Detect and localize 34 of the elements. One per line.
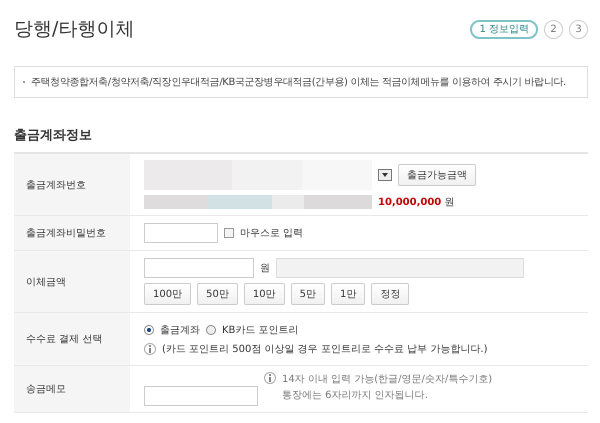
info-icon bbox=[144, 342, 156, 354]
row-label: 출금계좌번호 bbox=[14, 154, 130, 215]
row-label: 송금메모 bbox=[14, 366, 130, 412]
amount-button[interactable]: 100만 bbox=[144, 283, 192, 305]
radio-button[interactable] bbox=[144, 324, 154, 334]
amount-button[interactable]: 정정 bbox=[371, 283, 410, 305]
checkbox[interactable] bbox=[224, 228, 234, 238]
section-title: 출금계좌정보 bbox=[14, 127, 93, 144]
info-text: (카드 포인트리 500점 이상일 경우 포인트리로 수수료 납부 가능합니다.) bbox=[162, 342, 488, 356]
radio-button[interactable] bbox=[206, 324, 216, 334]
available-balance-button[interactable]: 출금가능금액 bbox=[398, 164, 476, 186]
step-indicator: 2 bbox=[544, 20, 563, 38]
radio-label: 출금계좌 bbox=[160, 324, 200, 336]
step-indicator: 1 정보입력 bbox=[470, 20, 538, 38]
amount-button[interactable]: 5만 bbox=[290, 283, 325, 305]
info-text: 14자 이내 입력 가능(한글/영문/숫자/특수기호) bbox=[282, 373, 492, 386]
memo-field[interactable] bbox=[144, 386, 258, 406]
notice-text: 주택청약종합저축/청약저축/직장인우대적금/KB국군장병우대적금(간부용) 이체는 적금이체메뉴를 이용하여 주시기 바랍니다. bbox=[31, 76, 566, 89]
balance-text: 10,000,000 원 bbox=[378, 196, 454, 209]
step-indicator: 3 bbox=[569, 20, 588, 38]
info-text: 통장에는 6자리까지 인자됩니다. bbox=[282, 389, 429, 402]
currency-unit: 원 bbox=[260, 262, 270, 275]
checkbox-label: 마우스로 입력 bbox=[240, 227, 304, 240]
row-label: 이체금액 bbox=[14, 251, 130, 312]
amount-button[interactable]: 1만 bbox=[330, 283, 366, 305]
radio-label: KB카드 포인트리 bbox=[222, 324, 299, 336]
row-label: 수수료 결제 선택 bbox=[14, 313, 130, 365]
page-title: 당행/타행이체 bbox=[14, 17, 134, 42]
password-field[interactable] bbox=[144, 223, 218, 243]
amount-field[interactable] bbox=[144, 258, 254, 278]
row-label: 출금계좌비밀번호 bbox=[14, 216, 130, 250]
amount-button[interactable]: 50만 bbox=[197, 283, 238, 305]
amount-button[interactable]: 10만 bbox=[244, 283, 285, 305]
info-icon bbox=[264, 372, 276, 384]
